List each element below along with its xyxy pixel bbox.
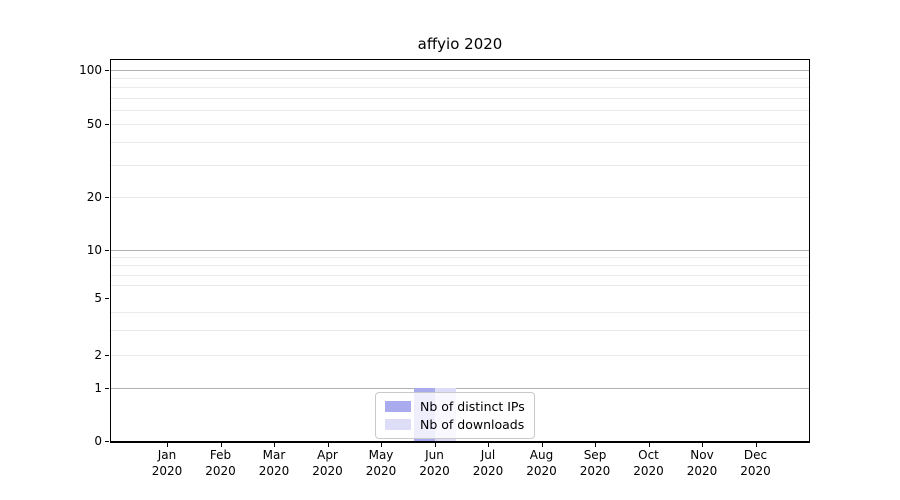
x-tick-mark [595,443,596,447]
x-tick-year: 2020 [740,463,771,478]
y-tick-label: 100 [79,63,102,77]
x-tick-month: Oct [638,448,659,462]
y-tick-mark [105,70,109,71]
x-tick-label: Sep 2020 [568,448,622,479]
x-tick-year: 2020 [526,463,557,478]
gridline-minor [111,87,809,89]
y-tick-label: 1 [94,381,102,395]
y-tick-mark [105,355,109,356]
x-tick-month: Apr [317,448,338,462]
gridline-minor [111,311,809,313]
gridline-major [111,388,809,389]
x-tick-mark [541,443,543,447]
x-tick-year: 2020 [151,463,183,478]
x-tick-label: Jul 2020 [461,448,515,479]
gridline-minor [111,78,809,80]
x-tick-label: Dec 2020 [729,448,783,479]
x-tick-month: May [368,448,394,462]
x-tick-month: Aug [529,448,554,462]
x-tick-year: 2020 [258,463,290,478]
x-tick-label: Mar 2020 [247,448,301,479]
x-tick-label: Aug 2020 [515,448,569,479]
x-tick-month: Dec [743,448,768,462]
y-tick-mark [105,298,109,299]
y-tick-label: 2 [94,348,102,362]
legend-item: Nb of downloads [385,417,525,432]
x-tick-year: 2020 [419,463,450,478]
gridline-minor [111,257,809,259]
legend: Nb of distinct IPs Nb of downloads [375,392,535,439]
gridline-major [111,250,809,251]
y-tick-label: 50 [86,117,102,131]
x-tick-month: Sep [583,448,607,462]
y-tick-label: 5 [94,291,102,305]
plot-area: Nb of distinct IPs Nb of downloads [110,59,810,443]
gridline-minor [111,197,809,198]
x-tick-mark [755,443,757,447]
x-tick-year: 2020 [472,463,504,478]
y-tick-mark [105,250,109,251]
x-tick-mark [167,443,168,447]
x-tick-mark [434,443,436,447]
x-tick-label: Oct 2020 [622,448,676,479]
x-tick-label: Jun 2020 [408,448,462,479]
x-tick-mark [702,443,703,447]
gridline-minor [111,164,809,166]
x-tick-year: 2020 [686,463,718,478]
y-tick-mark [105,441,109,442]
x-tick-month: Mar [262,448,286,462]
x-tick-mark [220,443,222,447]
x-tick-mark [381,443,382,447]
gridline-minor [111,141,809,143]
gridline-minor [111,124,809,125]
x-tick-month: Jul [480,448,496,462]
chart-page: affyio 2020 Nb of distinct IPs Nb of down… [0,0,900,500]
y-tick-label: 10 [86,243,102,257]
y-tick-mark [105,197,109,198]
chart-title: affyio 2020 [417,35,503,53]
x-tick-mark [327,443,329,447]
gridline-minor [111,355,809,356]
gridline-major [111,70,809,71]
x-tick-label: Jan 2020 [140,448,194,479]
legend-swatch [385,419,411,430]
x-tick-label: Apr 2020 [301,448,355,479]
x-tick-label: Nov 2020 [675,448,729,479]
gridline-minor [111,329,809,331]
x-tick-month: Jun [425,448,444,462]
x-tick-month: Nov [690,448,714,462]
y-tick-label: 20 [86,190,102,204]
x-tick-year: 2020 [312,463,343,478]
x-tick-mark [488,443,489,447]
legend-item: Nb of distinct IPs [385,399,525,414]
gridline-minor [111,97,809,99]
x-tick-mark [274,443,275,447]
legend-label: Nb of downloads [420,417,525,432]
x-tick-year: 2020 [365,463,397,478]
gridline-minor [111,265,809,267]
gridline-minor [111,285,809,287]
x-tick-year: 2020 [633,463,664,478]
gridline-minor [111,274,809,276]
x-tick-year: 2020 [579,463,611,478]
y-tick-label: 0 [94,434,102,448]
x-tick-year: 2020 [205,463,236,478]
x-tick-month: Jan [157,448,177,462]
x-tick-label: May 2020 [354,448,408,479]
x-tick-mark [648,443,650,447]
gridline-minor [111,109,809,111]
legend-label: Nb of distinct IPs [420,399,525,414]
x-tick-label: Feb 2020 [194,448,248,479]
legend-swatch [385,401,411,412]
x-tick-month: Feb [209,448,232,462]
y-tick-mark [105,388,109,389]
y-tick-mark [105,124,109,125]
